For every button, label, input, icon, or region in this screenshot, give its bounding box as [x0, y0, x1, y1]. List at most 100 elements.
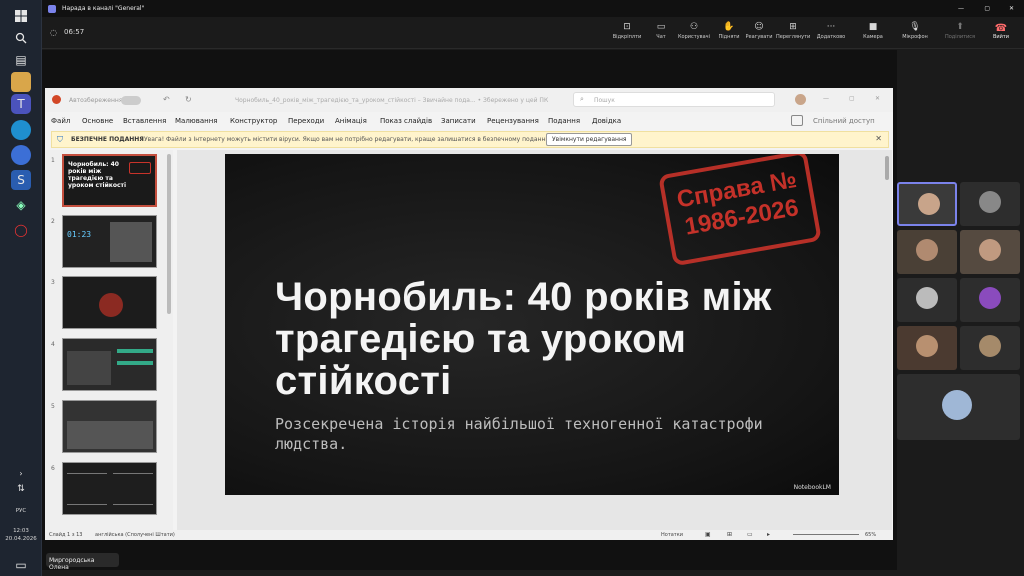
slide-thumbnail-6[interactable]: [62, 462, 157, 515]
close-icon[interactable]: ✕: [875, 134, 882, 143]
search-icon: ⌕: [580, 95, 584, 103]
edge-icon[interactable]: [11, 120, 31, 140]
thumb-number: 1: [51, 157, 55, 164]
share-link[interactable]: Спільний доступ: [813, 117, 875, 125]
network-icon[interactable]: ⇅: [11, 479, 31, 499]
tab-design[interactable]: Конструктор: [230, 117, 277, 125]
unpin-icon: ⊡: [623, 22, 631, 32]
clock-date[interactable]: 20.04.2026: [0, 536, 42, 542]
minimize-icon[interactable]: —: [823, 95, 829, 102]
participant-tile[interactable]: [960, 182, 1020, 226]
slide-thumbnail-4[interactable]: [62, 338, 157, 391]
sorter-view-icon[interactable]: ⊞: [727, 531, 732, 538]
zoom-level[interactable]: 65%: [865, 532, 876, 538]
autosave-toggle[interactable]: [121, 96, 141, 105]
slide-thumbnail-5[interactable]: [62, 400, 157, 453]
zoom-slider[interactable]: [793, 534, 859, 535]
tab-record[interactable]: Записати: [441, 117, 476, 125]
maximize-icon[interactable]: ▢: [984, 5, 990, 12]
tab-animations[interactable]: Анімація: [335, 117, 367, 125]
slide-thumbnail-1[interactable]: Чорнобиль: 40 років між трагедією та уро…: [62, 154, 157, 207]
notes-button[interactable]: Нотатки: [661, 532, 683, 538]
teams-icon[interactable]: T: [11, 94, 31, 114]
participant-gallery: [897, 180, 1024, 440]
app-icon[interactable]: S: [11, 170, 31, 190]
restore-icon[interactable]: ▢: [849, 95, 855, 102]
tab-file[interactable]: Файл: [51, 117, 70, 125]
current-slide: Справа № 1986-2026 Чорнобиль: 40 років м…: [225, 154, 839, 495]
camera-icon: ■: [868, 22, 878, 32]
shield-icon: ◌: [50, 28, 57, 37]
vertical-scrollbar[interactable]: [885, 156, 889, 180]
participant-tile[interactable]: [897, 374, 1020, 440]
participant-tile[interactable]: [960, 278, 1020, 322]
protected-view-message: Увага! Файли з Інтернету можуть містити …: [144, 136, 549, 143]
slide-count: Слайд 1 з 13: [49, 532, 83, 538]
redo-icon[interactable]: ↻: [185, 95, 192, 104]
mic-off-icon: 🎙: [909, 22, 921, 32]
participant-video: [918, 193, 940, 215]
leave-button[interactable]: ☎ Вийти: [989, 23, 1013, 45]
powerpoint-titlebar: Автозбереження ↶ ↻ Чорнобиль_40_років_мі…: [45, 88, 893, 112]
slide-thumbnail-3[interactable]: [62, 276, 157, 329]
tab-help[interactable]: Довідка: [592, 117, 621, 125]
participant-tile[interactable]: [897, 230, 957, 274]
task-view-icon[interactable]: ▤: [11, 50, 31, 70]
participant-tile[interactable]: [897, 182, 957, 226]
thumbnails-scrollbar[interactable]: [167, 154, 171, 314]
thumb-number: 3: [51, 279, 55, 286]
windows-start-icon[interactable]: [11, 6, 31, 26]
microphone-button[interactable]: 🎙 Мікрофон: [898, 19, 932, 40]
notifications-icon[interactable]: ▭: [11, 555, 31, 575]
protected-view-label: БЕЗПЕЧНЕ ПОДАННЯ: [71, 136, 144, 143]
reading-view-icon[interactable]: ▭: [747, 531, 753, 538]
tab-view[interactable]: Подання: [548, 117, 580, 125]
document-title: Чорнобиль_40_років_між_трагедією_та_урок…: [235, 97, 549, 104]
people-button[interactable]: ⚇ Користувачі: [676, 19, 712, 40]
react-button[interactable]: ☺ Реагувати: [744, 19, 774, 40]
language-indicator[interactable]: РУС: [0, 508, 42, 514]
raise-hand-button[interactable]: ✋ Підняти: [714, 19, 744, 40]
shield-icon[interactable]: ◈: [11, 195, 31, 215]
tab-review[interactable]: Рецензування: [487, 117, 539, 125]
minimize-icon[interactable]: —: [958, 5, 964, 12]
participant-tile[interactable]: [897, 326, 957, 370]
slideshow-view-icon[interactable]: ▸: [767, 531, 770, 538]
teams-titlebar: Нарада в каналі "General" — ▢ ✕: [42, 0, 1024, 17]
autosave-label: Автозбереження: [69, 97, 123, 104]
tab-draw[interactable]: Малювання: [175, 117, 217, 125]
avatar[interactable]: [795, 94, 806, 105]
undo-icon[interactable]: ↶: [163, 95, 170, 104]
file-explorer-icon[interactable]: [11, 72, 31, 92]
normal-view-icon[interactable]: ▣: [705, 531, 711, 538]
thumb-image: [67, 421, 153, 449]
tab-slideshow[interactable]: Показ слайдів: [380, 117, 432, 125]
search-icon[interactable]: [11, 28, 31, 48]
close-icon[interactable]: ✕: [875, 95, 880, 102]
clock-time[interactable]: 12:03: [0, 528, 42, 534]
participant-tile[interactable]: [960, 326, 1020, 370]
language-status: англійська (Сполучені Штати): [95, 532, 175, 538]
share-button[interactable]: ⬆ Поділитися: [942, 19, 978, 40]
enable-editing-button[interactable]: Увімкнути редагування: [546, 133, 633, 146]
more-button[interactable]: ··· Додатково: [814, 19, 848, 40]
close-icon[interactable]: ✕: [1009, 5, 1014, 12]
participant-tile[interactable]: [897, 278, 957, 322]
tab-transitions[interactable]: Переходи: [288, 117, 324, 125]
chrome-icon[interactable]: [11, 145, 31, 165]
camera-button[interactable]: ■ Камера: [858, 19, 888, 40]
slide-subtitle: Розсекречена історія найбільшої техноген…: [275, 415, 763, 453]
participant-tile[interactable]: [960, 230, 1020, 274]
thumb-text: [67, 473, 107, 505]
comments-icon[interactable]: [791, 115, 803, 126]
tab-home[interactable]: Основне: [82, 117, 113, 125]
opera-icon[interactable]: ◯: [11, 220, 31, 240]
tab-insert[interactable]: Вставлення: [123, 117, 166, 125]
thumb-map: [67, 351, 111, 385]
unpin-button[interactable]: ⊡ Відкріплти: [612, 19, 642, 40]
search-box[interactable]: ⌕ Пошук: [573, 92, 775, 107]
participant-video: [979, 239, 1001, 261]
view-button[interactable]: ⊞ Переглянути: [776, 19, 810, 40]
slide-thumbnail-2[interactable]: 01:23: [62, 215, 157, 268]
chat-button[interactable]: ▭ Чат: [646, 19, 676, 40]
